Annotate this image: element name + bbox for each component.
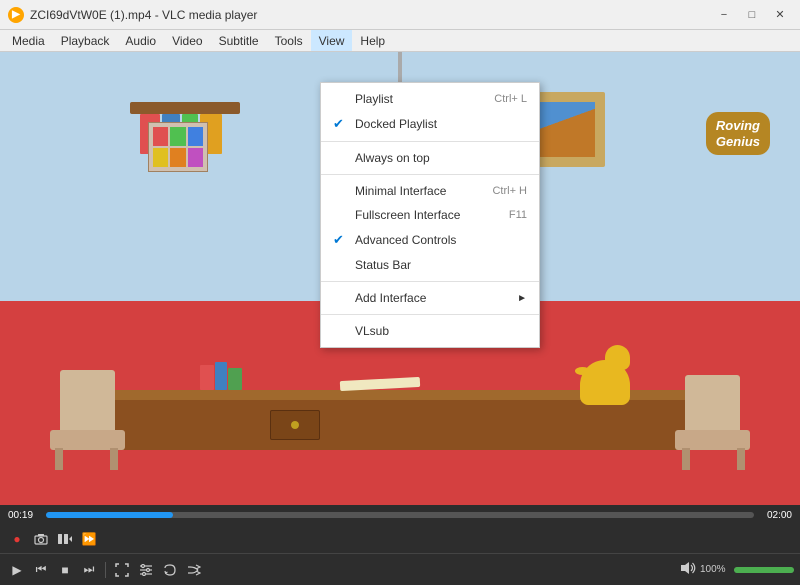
window-title: ZCI69dVtW0E (1).mp4 - VLC media player — [30, 8, 712, 22]
label-fullscreen-interface: Fullscreen Interface — [355, 208, 489, 222]
close-button[interactable]: ✕ — [768, 5, 792, 25]
chair-left-leg2 — [110, 448, 118, 470]
label-advanced-controls: Advanced Controls — [355, 233, 527, 247]
main-controls-bar: ▶ ⏮ ■ ⏭ — [0, 553, 800, 585]
menu-help[interactable]: Help — [352, 30, 393, 51]
separator-3 — [321, 281, 539, 282]
menu-item-fullscreen-interface[interactable]: Fullscreen Interface F11 — [321, 203, 539, 227]
desk-body — [115, 400, 685, 450]
stop-button[interactable]: ■ — [54, 559, 76, 581]
desk-drawer — [270, 410, 320, 440]
shortcut-fullscreen-interface: F11 — [509, 209, 527, 221]
loop-button[interactable] — [159, 559, 181, 581]
dbook2 — [215, 362, 227, 390]
separator-2 — [321, 174, 539, 175]
shelf-decoration — [148, 122, 208, 172]
menu-view[interactable]: View — [311, 30, 353, 51]
deco1 — [153, 127, 168, 146]
drawer-knob — [291, 421, 299, 429]
menu-video[interactable]: Video — [164, 30, 210, 51]
label-playlist: Playlist — [355, 92, 474, 106]
deco3 — [188, 127, 203, 146]
title-bar: ▶ ZCI69dVtW0E (1).mp4 - VLC media player… — [0, 0, 800, 30]
menu-audio[interactable]: Audio — [117, 30, 164, 51]
shortcut-playlist: Ctrl+ L — [494, 93, 527, 105]
advanced-controls-bar: ● ⏩ — [0, 525, 800, 553]
app-icon: ▶ — [8, 7, 24, 23]
deco6 — [188, 148, 203, 167]
deco2 — [170, 127, 185, 146]
menu-media[interactable]: Media — [4, 30, 53, 51]
random-button[interactable] — [183, 559, 205, 581]
progress-bar[interactable] — [46, 512, 754, 518]
volume-percent: 100% — [700, 564, 730, 575]
volume-slider[interactable] — [734, 567, 794, 573]
dbook1 — [200, 365, 214, 390]
maximize-button[interactable]: □ — [740, 5, 764, 25]
dbook3 — [228, 368, 242, 390]
menu-item-add-interface[interactable]: Add Interface ► — [321, 286, 539, 310]
dino-head — [605, 345, 630, 370]
chair-left-back — [60, 370, 115, 430]
menu-item-status-bar[interactable]: Status Bar — [321, 253, 539, 277]
dinosaur — [570, 345, 640, 405]
label-vlsub: VLsub — [355, 324, 527, 338]
deco4 — [153, 148, 168, 167]
progress-fill — [46, 512, 173, 518]
menu-item-vlsub[interactable]: VLsub — [321, 319, 539, 343]
chair-right-seat — [675, 430, 750, 450]
chair-right-back — [685, 375, 740, 430]
label-minimal-interface: Minimal Interface — [355, 184, 472, 198]
label-docked-playlist: Docked Playlist — [355, 117, 507, 131]
menu-item-minimal-interface[interactable]: Minimal Interface Ctrl+ H — [321, 179, 539, 203]
menu-subtitle[interactable]: Subtitle — [211, 30, 267, 51]
view-dropdown-menu: Playlist Ctrl+ L ✔ Docked Playlist Alway… — [320, 82, 540, 348]
label-always-on-top: Always on top — [355, 151, 527, 165]
separator-1 — [321, 141, 539, 142]
volume-fill — [734, 567, 794, 573]
time-total: 02:00 — [762, 510, 792, 521]
step-forward-button[interactable]: ⏩ — [78, 528, 100, 550]
chair-left-seat — [50, 430, 125, 450]
menu-tools[interactable]: Tools — [267, 30, 311, 51]
logo-line1: Roving — [716, 118, 760, 134]
time-current: 00:19 — [8, 510, 38, 521]
chair-right-leg2 — [682, 448, 690, 470]
fullscreen-button[interactable] — [111, 559, 133, 581]
shelf-board — [130, 102, 240, 114]
chair-left-leg1 — [55, 448, 63, 470]
dino-arm — [575, 367, 590, 375]
label-add-interface: Add Interface — [355, 291, 509, 305]
menu-item-advanced-controls[interactable]: ✔ Advanced Controls — [321, 227, 539, 253]
branding-logo: Roving Genius — [706, 112, 770, 155]
snapshot-button[interactable] — [30, 528, 52, 550]
chair-right-leg1 — [737, 448, 745, 470]
menu-playback[interactable]: Playback — [53, 30, 118, 51]
minimize-button[interactable]: − — [712, 5, 736, 25]
separator-4 — [321, 314, 539, 315]
prev-button[interactable]: ⏮ — [30, 559, 52, 581]
label-status-bar: Status Bar — [355, 258, 527, 272]
extended-settings-button[interactable] — [135, 559, 157, 581]
menu-bar: Media Playback Audio Video Subtitle Tool… — [0, 30, 800, 52]
logo-line2: Genius — [716, 134, 760, 150]
next-button[interactable]: ⏭ — [78, 559, 100, 581]
window-controls: − □ ✕ — [712, 5, 792, 25]
menu-item-always-on-top[interactable]: Always on top — [321, 146, 539, 170]
deco5 — [170, 148, 185, 167]
menu-item-docked-playlist[interactable]: ✔ Docked Playlist — [321, 111, 539, 137]
check-docked-playlist: ✔ — [333, 116, 349, 132]
arrow-add-interface: ► — [517, 293, 527, 304]
shortcut-minimal-interface: Ctrl+ H — [492, 185, 527, 197]
menu-item-playlist[interactable]: Playlist Ctrl+ L — [321, 87, 539, 111]
progress-area: 00:19 02:00 — [0, 505, 800, 525]
play-button[interactable]: ▶ — [6, 559, 28, 581]
record-button[interactable]: ● — [6, 528, 28, 550]
check-advanced-controls: ✔ — [333, 232, 349, 248]
frame-by-frame-button[interactable] — [54, 528, 76, 550]
desk-books — [200, 360, 250, 390]
